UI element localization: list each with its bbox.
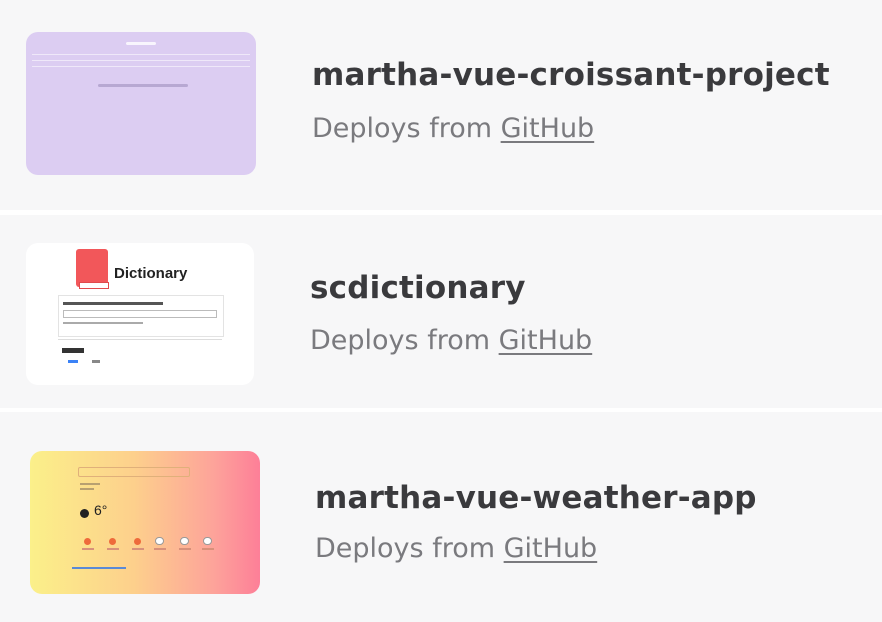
deploy-info: Deploys from GitHub [315, 533, 597, 564]
thumbnail-search-card [58, 295, 224, 337]
thumbnail-divider [32, 66, 250, 67]
thumbnail-nav [98, 84, 188, 87]
cloud-icon [180, 537, 189, 545]
cloud-icon [203, 537, 212, 545]
deploy-info: Deploys from GitHub [312, 113, 594, 144]
site-list: martha-vue-croissant-project Deploys fro… [0, 0, 882, 622]
deploy-prefix: Deploys from [315, 533, 496, 564]
thumbnail-footer-link [72, 567, 126, 569]
site-thumbnail[interactable]: Dictionary [26, 243, 254, 385]
deploy-prefix: Deploys from [310, 325, 491, 356]
site-name[interactable]: martha-vue-croissant-project [312, 57, 830, 93]
weather-icon [80, 509, 89, 518]
github-link[interactable]: GitHub [501, 113, 595, 144]
sun-icon [109, 538, 116, 545]
site-name[interactable]: martha-vue-weather-app [315, 480, 757, 516]
book-icon [76, 249, 109, 289]
thumbnail-title: Dictionary [114, 265, 188, 282]
github-link[interactable]: GitHub [504, 533, 598, 564]
site-card-martha-vue-croissant-project[interactable]: martha-vue-croissant-project Deploys fro… [0, 0, 882, 210]
thumbnail-temperature: 6° [94, 502, 108, 518]
deploy-prefix: Deploys from [312, 113, 493, 144]
thumbnail-header [126, 42, 156, 45]
sun-icon [84, 538, 91, 545]
thumbnail-divider [32, 54, 250, 55]
site-card-scdictionary[interactable]: Dictionary scdictionary Deploys from Git… [0, 215, 882, 408]
thumbnail-search-bar [78, 467, 190, 477]
thumbnail-result-card [58, 339, 222, 376]
site-thumbnail[interactable]: 6° [30, 451, 260, 594]
cloud-icon [155, 537, 164, 545]
site-name[interactable]: scdictionary [310, 270, 526, 306]
sun-icon [134, 538, 141, 545]
site-thumbnail[interactable] [26, 32, 256, 175]
deploy-info: Deploys from GitHub [310, 325, 592, 356]
site-card-martha-vue-weather-app[interactable]: 6° martha-vue-weather-app Deploys from G… [0, 412, 882, 622]
github-link[interactable]: GitHub [499, 325, 593, 356]
thumbnail-divider [32, 60, 250, 61]
